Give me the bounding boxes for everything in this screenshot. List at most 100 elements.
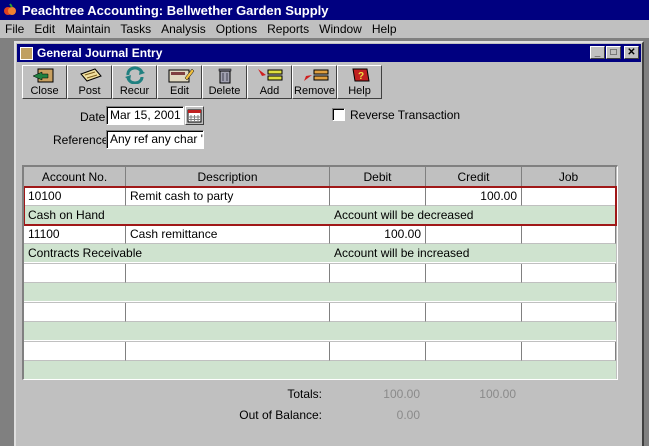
edit-button[interactable]: Edit: [157, 65, 202, 99]
account-effect: Account will be decreased: [330, 206, 616, 225]
recur-icon: [124, 66, 145, 84]
reference-field[interactable]: Any ref any char ">: [106, 130, 204, 149]
account-cell[interactable]: [24, 264, 126, 283]
description-cell[interactable]: Cash remittance: [126, 225, 330, 244]
out-of-balance-label: Out of Balance:: [239, 408, 322, 422]
add-button-label: Add: [259, 85, 280, 97]
post-button-label: Post: [78, 85, 101, 97]
account-info-row: [24, 361, 616, 379]
account-name: [24, 283, 330, 302]
description-cell[interactable]: [126, 303, 330, 322]
menu-help[interactable]: Help: [367, 22, 402, 36]
description-cell[interactable]: [126, 264, 330, 283]
description-cell[interactable]: Remit cash to party: [126, 187, 330, 206]
debit-cell[interactable]: [330, 303, 426, 322]
debit-cell[interactable]: [330, 342, 426, 361]
account-effect: [330, 361, 616, 379]
account-cell[interactable]: 10100: [24, 187, 126, 206]
debit-total: 100.00: [383, 387, 420, 401]
date-field[interactable]: Mar 15, 2001: [106, 106, 184, 125]
date-label: Date: [80, 110, 106, 124]
delete-button[interactable]: Delete: [202, 65, 247, 99]
maximize-button[interactable]: □: [606, 46, 621, 59]
account-name: [24, 322, 330, 341]
remove-button[interactable]: Remove: [292, 65, 337, 99]
calendar-icon: [187, 109, 202, 123]
reverse-transaction-checkbox[interactable]: [332, 108, 345, 121]
child-titlebar[interactable]: General Journal Entry _ □ ✕: [17, 44, 641, 62]
account-name: Contracts Receivable: [24, 244, 330, 263]
account-cell[interactable]: [24, 303, 126, 322]
account-info-row: [24, 322, 616, 341]
account-cell[interactable]: [24, 342, 126, 361]
menu-file[interactable]: File: [0, 22, 29, 36]
help-button[interactable]: ? Help: [337, 65, 382, 99]
menu-tasks[interactable]: Tasks: [115, 22, 156, 36]
account-effect: [330, 283, 616, 302]
account-effect: Account will be increased: [330, 244, 616, 263]
close-button[interactable]: Close: [22, 65, 67, 99]
menu-analysis[interactable]: Analysis: [156, 22, 211, 36]
svg-text:?: ?: [357, 71, 363, 82]
description-cell[interactable]: [126, 342, 330, 361]
menu-window[interactable]: Window: [314, 22, 367, 36]
job-cell[interactable]: [522, 187, 616, 206]
calendar-button[interactable]: [185, 106, 204, 125]
post-icon: [79, 68, 102, 82]
peachtree-logo-icon: [3, 3, 17, 17]
debit-cell[interactable]: [330, 264, 426, 283]
credit-cell[interactable]: [426, 303, 522, 322]
menu-bar: File Edit Maintain Tasks Analysis Option…: [0, 20, 649, 39]
account-info-row: [24, 283, 616, 302]
close-icon: [31, 68, 53, 83]
col-credit: Credit: [426, 167, 522, 187]
table-row[interactable]: 10100 Remit cash to party 100.00: [24, 187, 616, 206]
credit-cell[interactable]: 100.00: [426, 187, 522, 206]
totals-label: Totals:: [287, 387, 322, 401]
recur-button[interactable]: Recur: [112, 65, 157, 99]
grid-header: Account No. Description Debit Credit Job: [24, 167, 616, 187]
reference-label: Reference: [53, 133, 109, 147]
account-name: [24, 361, 330, 379]
table-row[interactable]: [24, 342, 616, 361]
col-job: Job: [522, 167, 616, 187]
credit-cell[interactable]: [426, 342, 522, 361]
col-debit: Debit: [330, 167, 426, 187]
credit-cell[interactable]: [426, 264, 522, 283]
job-cell[interactable]: [522, 225, 616, 244]
journal-window-icon: [20, 46, 33, 60]
table-row[interactable]: [24, 264, 616, 283]
remove-button-label: Remove: [294, 85, 335, 97]
account-info-row: Cash on Hand Account will be decreased: [24, 206, 616, 225]
account-info-row: Contracts Receivable Account will be inc…: [24, 244, 616, 263]
col-description: Description: [126, 167, 330, 187]
debit-cell[interactable]: [330, 187, 426, 206]
out-of-balance-value: 0.00: [396, 408, 420, 422]
journal-grid: Account No. Description Debit Credit Job…: [22, 165, 618, 380]
table-row[interactable]: 11100 Cash remittance 100.00: [24, 225, 616, 244]
credit-total: 100.00: [479, 387, 516, 401]
add-button[interactable]: Add: [247, 65, 292, 99]
toolbar: Close Post Recur Edit Delete Add Remove …: [22, 65, 382, 99]
account-cell[interactable]: 11100: [24, 225, 126, 244]
app-titlebar[interactable]: Peachtree Accounting: Bellwether Garden …: [0, 0, 649, 20]
credit-cell[interactable]: [426, 225, 522, 244]
menu-maintain[interactable]: Maintain: [60, 22, 115, 36]
table-row[interactable]: [24, 303, 616, 322]
close-window-button[interactable]: ✕: [624, 46, 639, 59]
menu-edit[interactable]: Edit: [29, 22, 60, 36]
menu-reports[interactable]: Reports: [262, 22, 314, 36]
job-cell[interactable]: [522, 264, 616, 283]
help-icon: ?: [351, 68, 370, 82]
debit-cell[interactable]: 100.00: [330, 225, 426, 244]
job-cell[interactable]: [522, 303, 616, 322]
job-cell[interactable]: [522, 342, 616, 361]
minimize-button[interactable]: _: [590, 46, 605, 59]
remove-icon: [303, 69, 328, 81]
account-effect: [330, 322, 616, 341]
menu-options[interactable]: Options: [211, 22, 262, 36]
edit-icon: [168, 68, 194, 83]
app-title: Peachtree Accounting: Bellwether Garden …: [22, 2, 329, 18]
col-account-no: Account No.: [24, 167, 126, 187]
post-button[interactable]: Post: [67, 65, 112, 99]
